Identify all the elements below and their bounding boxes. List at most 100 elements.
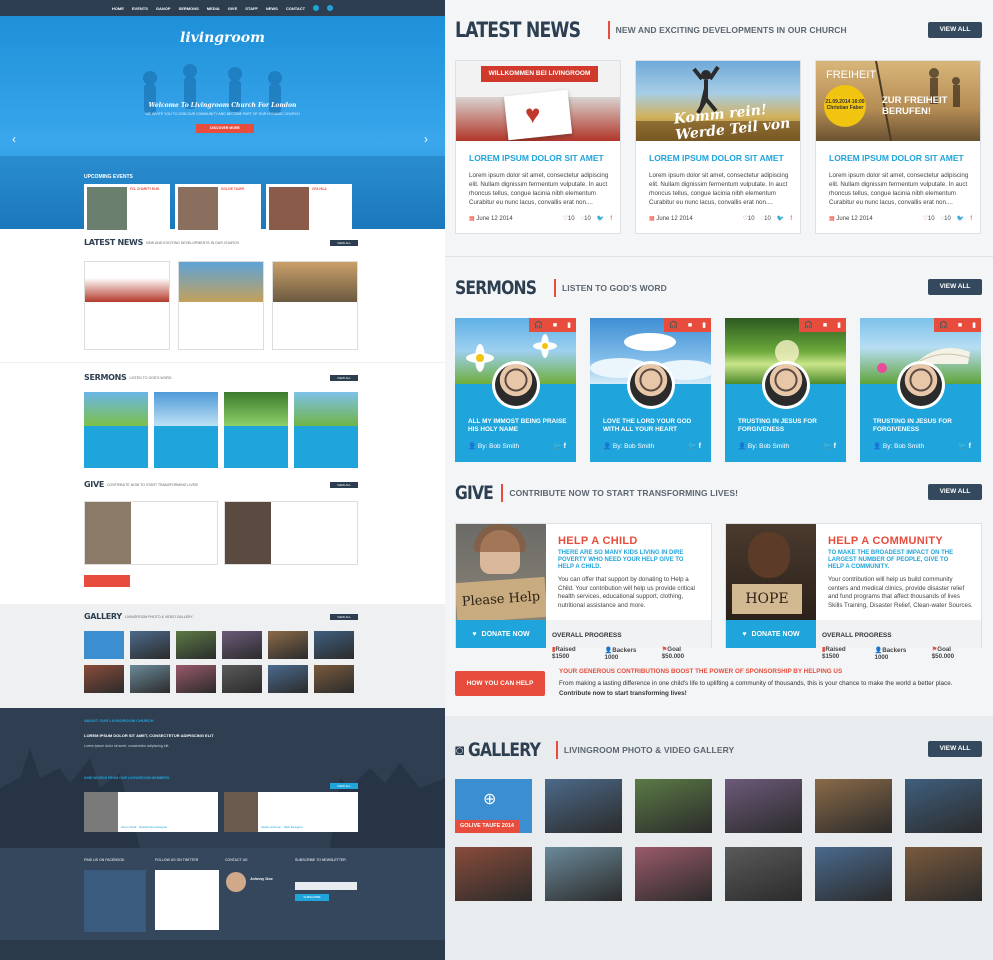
- view-all-button[interactable]: VIEW ALL: [928, 279, 982, 295]
- view-all-button[interactable]: VIEW ALL: [330, 239, 358, 246]
- nav-item[interactable]: STAFF: [245, 6, 258, 11]
- event-card[interactable]: GOLIVE TAUFE: [175, 184, 261, 233]
- site-logo[interactable]: livingroom: [180, 30, 265, 46]
- nav-item[interactable]: NEWS: [266, 6, 278, 11]
- facebook-icon[interactable]: f: [970, 216, 972, 222]
- nav-item[interactable]: GIVE: [228, 6, 238, 11]
- view-all-button[interactable]: VIEW ALL: [330, 374, 358, 381]
- nav-item[interactable]: SERMONS: [179, 6, 199, 11]
- facebook-icon[interactable]: f: [610, 216, 612, 222]
- news-title[interactable]: LOREM IPSUM DOLOR SIT AMET: [829, 153, 980, 163]
- gallery-thumbnail[interactable]: [725, 779, 802, 833]
- document-icon[interactable]: ▮: [567, 321, 571, 329]
- nav-item[interactable]: CONTACT: [286, 6, 305, 11]
- twitter-icon[interactable]: 🐦: [597, 215, 604, 222]
- nav-item[interactable]: GANOP: [156, 6, 171, 11]
- gallery-thumbnail[interactable]: ⊕ GOLIVE TAUFE 2014: [455, 779, 532, 833]
- subscribe-button[interactable]: SUBSCRIBE: [295, 894, 329, 901]
- news-card[interactable]: WILLKOMMEN BEI LIVINGROOM ♥ LOREM IPSUM …: [455, 60, 621, 234]
- mini-gallery-thumbnail[interactable]: [176, 631, 216, 659]
- headphones-icon[interactable]: 🎧: [939, 321, 948, 329]
- search-icon[interactable]: [327, 5, 334, 11]
- gallery-thumbnail[interactable]: [905, 779, 982, 833]
- section-title: LATEST NEWS: [455, 18, 581, 42]
- twitter-icon[interactable]: 🐦: [777, 215, 784, 222]
- gallery-thumbnail[interactable]: [545, 847, 622, 901]
- mini-gallery-thumbnail[interactable]: [268, 665, 308, 693]
- sermon-card[interactable]: 🎧 ■ ▮ TRUSTING IN JESUS FOR FORGIVENESS 👤 …: [860, 318, 981, 462]
- gallery-thumbnail[interactable]: [635, 779, 712, 833]
- headphones-icon[interactable]: 🎧: [669, 321, 678, 329]
- section-title: SERMONS: [455, 277, 537, 299]
- video-icon[interactable]: ■: [823, 322, 827, 329]
- nav-item[interactable]: HOME: [112, 6, 124, 11]
- headphones-icon[interactable]: 🎧: [804, 321, 813, 329]
- cause-title[interactable]: HELP A CHILD: [558, 535, 638, 547]
- gallery-thumbnail[interactable]: [725, 847, 802, 901]
- mini-gallery-thumbnail[interactable]: [130, 631, 170, 659]
- gallery-thumbnail[interactable]: [815, 779, 892, 833]
- facebook-icon[interactable]: f: [790, 216, 792, 222]
- document-icon[interactable]: ▮: [972, 321, 976, 329]
- cart-icon[interactable]: [313, 5, 320, 11]
- facebook-icon[interactable]: f: [969, 443, 971, 450]
- facebook-icon[interactable]: f: [699, 443, 701, 450]
- twitter-icon[interactable]: 🐦: [553, 443, 562, 450]
- cause-title[interactable]: HELP A COMMUNITY: [828, 535, 943, 547]
- nav-item[interactable]: MEDIA: [207, 6, 220, 11]
- discover-more-button[interactable]: DISCOVER MORE: [196, 124, 254, 133]
- video-icon[interactable]: ■: [553, 322, 557, 329]
- mini-gallery-thumbnail[interactable]: [84, 665, 124, 693]
- gallery-thumbnail[interactable]: [545, 779, 622, 833]
- news-card[interactable]: FREIHEIT 21.09.2014 16:00 Christian Fabe…: [815, 60, 981, 234]
- view-all-button[interactable]: VIEW ALL: [928, 22, 982, 38]
- how-you-can-help-button[interactable]: HOW YOU CAN HELP: [455, 671, 545, 696]
- sermon-card[interactable]: 🎧 ■ ▮ ALL MY IMMOST BEING PRAISE HIS HOLY …: [455, 318, 576, 462]
- chevron-right-icon[interactable]: ›: [424, 132, 428, 146]
- mini-gallery-thumbnail[interactable]: [176, 665, 216, 693]
- gallery-thumbnail[interactable]: [905, 847, 982, 901]
- facebook-icon[interactable]: f: [564, 443, 566, 450]
- mini-gallery-thumbnail[interactable]: [222, 631, 262, 659]
- gallery-thumbnail[interactable]: [455, 847, 532, 901]
- view-all-button[interactable]: VIEW ALL: [330, 613, 358, 620]
- news-title[interactable]: LOREM IPSUM DOLOR SIT AMET: [469, 153, 620, 163]
- view-all-button[interactable]: VIEW ALL: [330, 481, 358, 488]
- event-card[interactable]: CPA HILA: [266, 184, 352, 233]
- mini-gallery-thumbnail[interactable]: [268, 631, 308, 659]
- video-icon[interactable]: ■: [958, 322, 962, 329]
- nav-item[interactable]: EVENTS: [132, 6, 148, 11]
- gallery-thumbnail[interactable]: [815, 847, 892, 901]
- document-icon[interactable]: ▮: [837, 321, 841, 329]
- chevron-left-icon[interactable]: ‹: [12, 132, 16, 146]
- mini-gallery-thumbnail[interactable]: [314, 665, 354, 693]
- headphones-icon[interactable]: 🎧: [534, 321, 543, 329]
- zoom-icon[interactable]: ⊕: [483, 789, 496, 809]
- donate-now-button[interactable]: ♥ DONATE NOW: [456, 620, 546, 648]
- video-icon[interactable]: ■: [688, 322, 692, 329]
- event-card[interactable]: FCL CHARITY RUN: [84, 184, 170, 233]
- heart-icon: ♥: [472, 630, 477, 638]
- sermon-card[interactable]: 🎧 ■ ▮ LOVE THE LORD YOUR GOD WITH ALL YOUR…: [590, 318, 711, 462]
- mini-gallery-thumbnail[interactable]: [222, 665, 262, 693]
- news-card[interactable]: Komm rein! Werde Teil von Gottes Gemeind…: [635, 60, 801, 234]
- news-excerpt: Lorem ipsum dolor sit amet, consectetur …: [649, 172, 789, 206]
- sermon-card[interactable]: 🎧 ■ ▮ TRUSTING IN JESUS FOR FORGIVENESS 👤 …: [725, 318, 846, 462]
- view-all-button[interactable]: VIEW ALL: [928, 741, 982, 757]
- news-title[interactable]: LOREM IPSUM DOLOR SIT AMET: [649, 153, 800, 163]
- twitter-icon[interactable]: 🐦: [958, 443, 967, 450]
- document-icon[interactable]: ▮: [702, 321, 706, 329]
- view-all-button[interactable]: VIEW ALL: [330, 783, 358, 789]
- gallery-thumbnail[interactable]: [635, 847, 712, 901]
- heart-icon: ♥: [742, 630, 747, 638]
- facebook-icon[interactable]: f: [834, 443, 836, 450]
- donate-now-button[interactable]: ♥ DONATE NOW: [726, 620, 816, 648]
- view-all-button[interactable]: VIEW ALL: [928, 484, 982, 500]
- mini-gallery-thumbnail[interactable]: [84, 631, 124, 659]
- mini-gallery-thumbnail[interactable]: [314, 631, 354, 659]
- twitter-icon[interactable]: 🐦: [823, 443, 832, 450]
- mini-gallery-thumbnail[interactable]: [130, 665, 170, 693]
- twitter-icon[interactable]: 🐦: [688, 443, 697, 450]
- twitter-icon[interactable]: 🐦: [957, 215, 964, 222]
- give-header: GIVE CONTRIBUTE NOW TO START TRANSFORMING…: [455, 481, 982, 505]
